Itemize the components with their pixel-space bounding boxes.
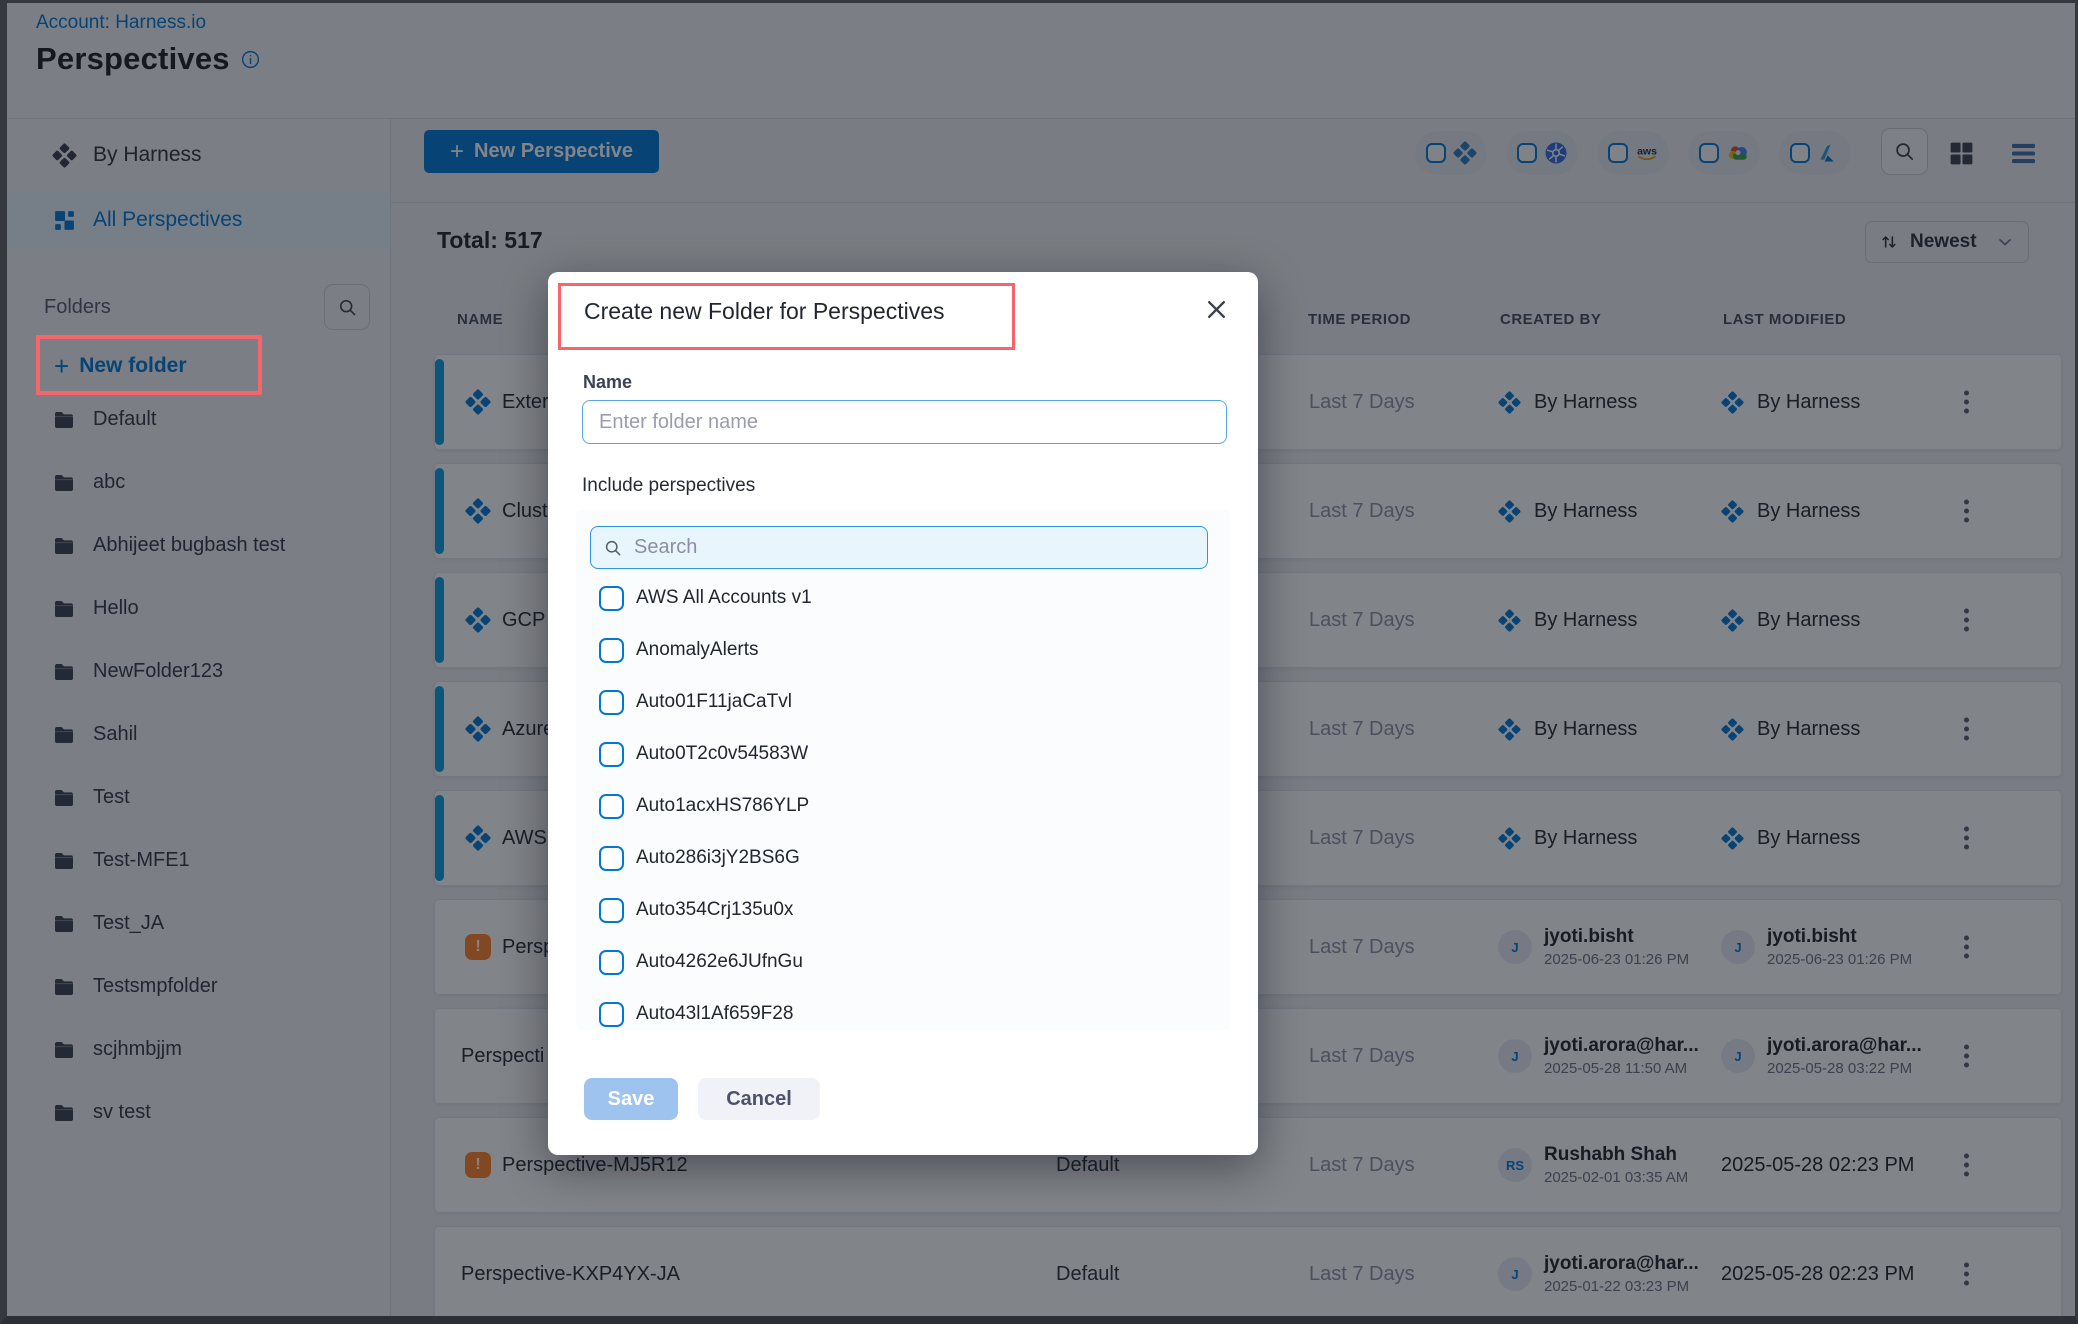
close-button[interactable] — [1203, 296, 1230, 323]
include-perspectives-label: Include perspectives — [582, 475, 755, 497]
perspective-option[interactable]: AnomalyAlerts — [576, 624, 1230, 676]
perspective-checkbox-list: AWS All Accounts v1 AnomalyAlerts Auto01… — [576, 572, 1230, 1030]
annotation-box-modal-title — [558, 283, 1015, 350]
checkbox[interactable] — [599, 1002, 624, 1027]
checkbox[interactable] — [599, 690, 624, 715]
perspective-option-label: Auto0T2c0v54583W — [636, 743, 808, 765]
perspective-picker-panel: AWS All Accounts v1 AnomalyAlerts Auto01… — [576, 510, 1230, 1030]
perspective-option[interactable]: Auto286i3jY2BS6G — [576, 832, 1230, 884]
close-icon — [1203, 296, 1230, 323]
perspective-option[interactable]: Auto354Crj135u0x — [576, 884, 1230, 936]
perspective-option-label: AnomalyAlerts — [636, 639, 759, 661]
perspective-search[interactable] — [590, 526, 1208, 569]
perspective-option[interactable]: Auto43l1Af659F28 — [576, 988, 1230, 1030]
annotation-box-new-folder — [36, 335, 262, 395]
checkbox[interactable] — [599, 898, 624, 923]
perspective-option[interactable]: Auto1acxHS786YLP — [576, 780, 1230, 832]
perspective-option-label: Auto286i3jY2BS6G — [636, 847, 800, 869]
perspective-option[interactable]: Auto4262e6JUfnGu — [576, 936, 1230, 988]
checkbox[interactable] — [599, 586, 624, 611]
search-icon — [603, 538, 623, 558]
cancel-button[interactable]: Cancel — [698, 1078, 820, 1120]
perspective-option-label: Auto01F11jaCaTvl — [636, 691, 792, 713]
folder-name-input[interactable] — [582, 400, 1227, 444]
perspective-option[interactable]: Auto01F11jaCaTvl — [576, 676, 1230, 728]
checkbox[interactable] — [599, 794, 624, 819]
perspective-option-label: Auto354Crj135u0x — [636, 899, 793, 921]
perspective-option-label: Auto4262e6JUfnGu — [636, 951, 803, 973]
perspective-option-label: Auto1acxHS786YLP — [636, 795, 809, 817]
perspective-option-label: AWS All Accounts v1 — [636, 587, 812, 609]
folder-name-label: Name — [583, 372, 632, 393]
perspective-option-label: Auto43l1Af659F28 — [636, 1003, 793, 1025]
perspective-search-input[interactable] — [632, 535, 1195, 560]
perspective-option[interactable]: Auto0T2c0v54583W — [576, 728, 1230, 780]
checkbox[interactable] — [599, 846, 624, 871]
create-folder-modal: Create new Folder for Perspectives Name … — [548, 272, 1258, 1155]
checkbox[interactable] — [599, 950, 624, 975]
checkbox[interactable] — [599, 742, 624, 767]
save-button[interactable]: Save — [584, 1078, 678, 1120]
checkbox[interactable] — [599, 638, 624, 663]
perspective-option[interactable]: AWS All Accounts v1 — [576, 572, 1230, 624]
